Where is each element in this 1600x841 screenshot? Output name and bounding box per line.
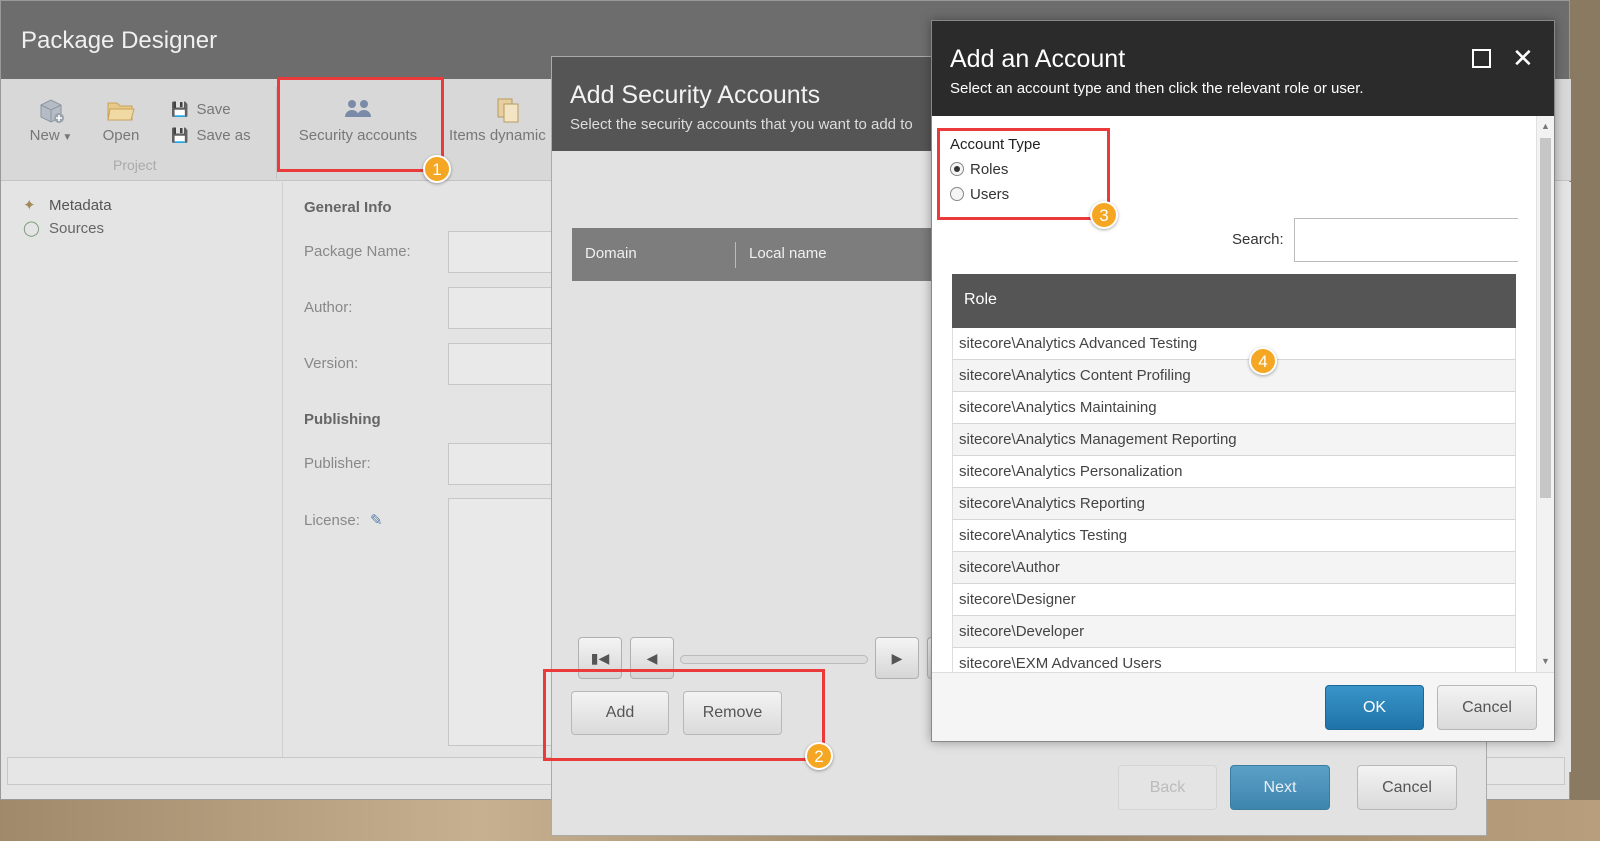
publisher-label: Publisher: [304,455,371,472]
cancel-button[interactable]: Cancel [1437,685,1537,730]
save-as-button[interactable]: 💾 Save as [171,127,251,144]
next-page-button[interactable]: ▶ [875,637,919,679]
scroll-thumb[interactable] [1540,138,1551,498]
skip-back-icon: ▮◀ [590,650,610,666]
page-slider[interactable] [680,655,868,664]
roles-list: sitecore\Analytics Advanced Testing site… [952,328,1516,672]
tag-icon: ✦ [23,197,36,214]
edit-icon[interactable]: ✎ [370,512,383,529]
role-row[interactable]: sitecore\EXM Advanced Users [952,648,1516,672]
search-input[interactable] [1294,218,1518,262]
chevron-left-icon: ◀ [646,650,658,666]
author-label: Author: [304,299,353,316]
back-button[interactable]: Back [1118,765,1217,810]
role-row[interactable]: sitecore\Developer [952,616,1516,648]
dialog-header: Add an Account Select an account type an… [932,21,1554,116]
maximize-icon[interactable] [1472,49,1491,68]
role-row[interactable]: sitecore\Analytics Content Profiling [952,360,1516,392]
role-row[interactable]: sitecore\Analytics Testing [952,520,1516,552]
role-row[interactable]: sitecore\Author [952,552,1516,584]
chevron-right-icon: ▶ [891,650,903,666]
chevron-down-icon: ▼ [59,132,73,143]
tree-item-metadata[interactable]: ✦ Metadata [23,196,112,214]
dialog-title: Add an Account [950,45,1126,73]
callout-badge: 1 [423,155,451,183]
column-domain[interactable]: Domain [585,245,637,262]
scroll-up-icon[interactable]: ▲ [1541,121,1550,131]
callout-badge: 2 [805,742,833,770]
role-row[interactable]: sitecore\Analytics Personalization [952,456,1516,488]
callout-highlight-add-remove [543,669,825,761]
role-row[interactable]: sitecore\Analytics Maintaining [952,392,1516,424]
open-label: Open [102,127,140,144]
folder-open-icon [99,97,143,127]
next-button[interactable]: Next [1230,765,1330,810]
save-as-label: Save as [196,127,251,144]
role-row[interactable]: sitecore\Analytics Reporting [952,488,1516,520]
package-icon [23,97,79,127]
vertical-scrollbar[interactable]: ▲ ▼ [1536,116,1554,672]
role-row[interactable]: sitecore\Analytics Management Reporting [952,424,1516,456]
role-row[interactable]: sitecore\Analytics Advanced Testing [952,328,1516,360]
project-tree: ✦ Metadata ◯ Sources [1,182,283,772]
ribbon-group-label: Project [113,157,157,173]
tree-item-sources[interactable]: ◯ Sources [23,219,104,237]
license-label-text: License: [304,512,360,529]
search-label: Search: [1232,231,1284,248]
save-button[interactable]: 💾 Save [171,101,231,118]
open-button[interactable]: Open [99,97,143,144]
database-icon: ◯ [23,220,40,237]
tree-item-label: Metadata [49,197,112,214]
column-local-name[interactable]: Local name [749,245,827,262]
callout-badge: 4 [1249,347,1277,375]
license-label: License: ✎ [304,511,383,529]
cancel-button[interactable]: Cancel [1357,765,1457,810]
publishing-heading: Publishing [304,411,381,428]
dialog-subtitle: Select an account type and then click th… [950,80,1364,97]
floppy-disk-icon: 💾 [171,127,189,143]
accounts-grid-header: Domain Local name [572,228,952,281]
version-label: Version: [304,355,359,372]
role-column-header[interactable]: Role [952,274,1516,328]
role-row[interactable]: sitecore\Designer [952,584,1516,616]
callout-highlight-security-accounts [277,77,444,172]
close-icon[interactable]: ✕ [1512,45,1534,71]
items-dynamic-button[interactable]: Items dynamic [449,97,559,144]
callout-badge: 3 [1090,201,1118,229]
general-info-heading: General Info [304,199,392,216]
scroll-down-icon[interactable]: ▼ [1541,656,1550,666]
dialog-footer: OK Cancel [932,672,1554,741]
new-button[interactable]: New ▼ [23,97,79,144]
tree-item-label: Sources [49,220,105,237]
package-name-label: Package Name: [304,243,411,260]
items-dynamic-label: Items dynamic [449,127,546,144]
floppy-disk-icon: 💾 [171,101,189,117]
new-label: New [29,127,60,144]
column-divider [735,242,736,268]
document-copy-icon [449,97,559,127]
save-label: Save [196,101,231,118]
callout-highlight-account-type [937,128,1110,220]
ok-button[interactable]: OK [1325,685,1424,730]
